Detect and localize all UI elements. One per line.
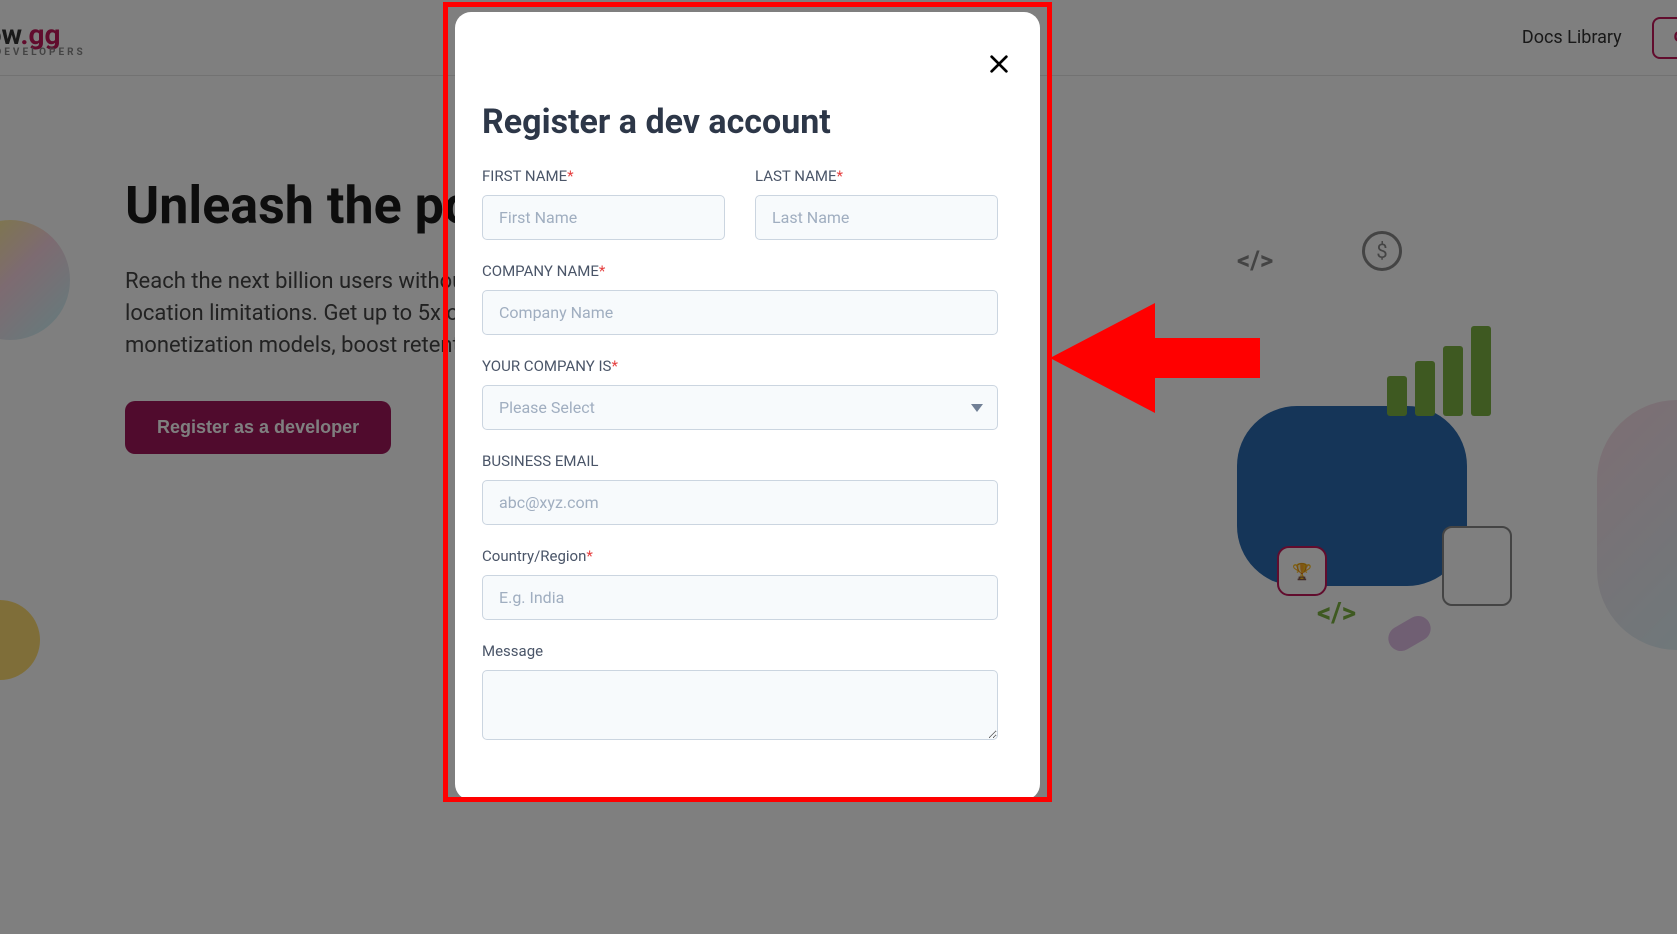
first-name-label: FIRST NAME*	[482, 167, 725, 185]
first-name-input[interactable]	[482, 195, 725, 240]
company-is-label: YOUR COMPANY IS*	[482, 357, 998, 375]
country-label: Country/Region*	[482, 547, 998, 565]
company-is-select[interactable]: Please Select	[482, 385, 998, 430]
last-name-label: LAST NAME*	[755, 167, 998, 185]
message-label: Message	[482, 642, 998, 660]
business-email-label: BUSINESS EMAIL	[482, 452, 998, 470]
country-input[interactable]	[482, 575, 998, 620]
company-name-input[interactable]	[482, 290, 998, 335]
business-email-input[interactable]	[482, 480, 998, 525]
modal-title: Register a dev account	[482, 102, 998, 142]
company-name-label: COMPANY NAME*	[482, 262, 998, 280]
register-modal: Register a dev account FIRST NAME* LAST …	[455, 12, 1040, 800]
close-icon	[988, 53, 1010, 75]
last-name-input[interactable]	[755, 195, 998, 240]
message-textarea[interactable]	[482, 670, 998, 740]
close-button[interactable]	[988, 50, 1010, 82]
modal-content-scroll[interactable]: Register a dev account FIRST NAME* LAST …	[455, 102, 1025, 762]
